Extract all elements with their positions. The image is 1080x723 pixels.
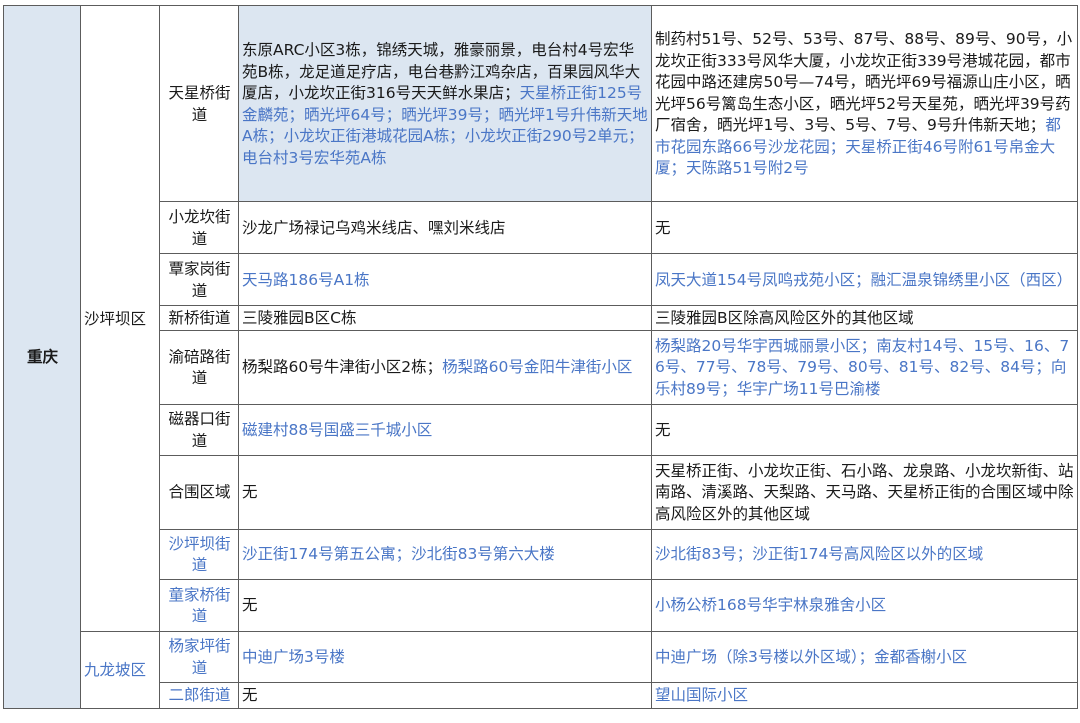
mid-risk-segment: 凤天大道154号凤鸣戎苑小区；融汇温泉锦绣里小区（西区）	[655, 270, 1073, 289]
high-risk-segment: 沙龙广场禄记乌鸡米线店、嘿刘米线店	[242, 218, 506, 237]
street-cell: 新桥街道	[159, 305, 239, 331]
street-cell: 童家桥街道	[159, 578, 239, 632]
high-risk-cell: 沙正街174号第五公寓；沙北街83号第六大楼	[238, 528, 652, 580]
high-risk-cell: 无	[238, 681, 652, 709]
street-cell: 天星桥街道	[159, 5, 239, 202]
high-risk-cell: 中迪广场3号楼	[238, 630, 652, 683]
mid-risk-cell: 望山国际小区	[651, 681, 1078, 709]
mid-risk-segment: 望山国际小区	[655, 686, 749, 705]
mid-risk-segment: 小杨公桥168号华宇林泉雅舍小区	[655, 596, 887, 615]
high-risk-cell: 杨梨路60号牛津街小区2栋；杨梨路60号金阳牛津街小区	[238, 329, 652, 405]
table-row: 沙坪坝街道 沙正街174号第五公寓；沙北街83号第六大楼 沙北街83号；沙正街174…	[4, 528, 1078, 580]
street-cell: 杨家坪街道	[159, 630, 239, 683]
mid-risk-segment: 天星桥正街、小龙坎正街、石小路、龙泉路、小龙坎新街、站南路、清溪路、天梨路、天马…	[655, 461, 1074, 523]
table-row: 渝碚路街道 杨梨路60号牛津街小区2栋；杨梨路60号金阳牛津街小区 杨梨路20号华宇…	[4, 329, 1078, 405]
table-row: 二郎街道无 望山国际小区	[4, 681, 1078, 709]
mid-risk-segment: 沙北街83号；沙正街174号高风险区以外的区域	[655, 545, 984, 564]
street-cell: 渝碚路街道	[159, 329, 239, 405]
high-risk-cell: 天马路186号A1栋	[238, 253, 652, 306]
high-risk-cell: 磁建村88号国盛三千城小区	[238, 403, 652, 456]
table-row: 九龙坡区 杨家坪街道 中迪广场3号楼 中迪广场（除3号楼以外区域）；金都香榭小区	[4, 630, 1078, 709]
risk-area-table-body: 重庆 沙坪坝区 天星桥街道 东原ARC小区3栋，锦绣天城，雅豪丽景，电台村4号宏华苑B…	[3, 5, 1078, 709]
high-risk-cell: 三陵雅园B区C栋	[238, 305, 652, 331]
mid-risk-cell: 无	[651, 201, 1078, 254]
high-risk-segment: 三陵雅园B区C栋	[242, 309, 357, 327]
mid-risk-cell: 凤天大道154号凤鸣戎苑小区；融汇温泉锦绣里小区（西区）	[651, 253, 1078, 306]
mid-risk-cell: 杨梨路20号华宇西城丽景小区；南友村14号、15号、16、76号、77号、78号…	[651, 329, 1078, 405]
table-row: 小龙坎街道 沙龙广场禄记乌鸡米线店、嘿刘米线店 无	[4, 201, 1078, 254]
mid-risk-segment: 制药村51号、52号、53号、87号、88号、89号、90号，小龙坎正街333号…	[655, 30, 1073, 135]
street-cell: 磁器口街道	[159, 403, 239, 456]
table-row: 童家桥街道无 小杨公桥168号华宇林泉雅舍小区	[4, 578, 1078, 632]
high-risk-segment: 杨梨路60号牛津街小区2栋；	[242, 358, 443, 377]
mid-risk-cell: 中迪广场（除3号楼以外区域）；金都香榭小区	[651, 630, 1078, 683]
street-cell: 小龙坎街道	[159, 201, 239, 254]
street-cell: 合围区域	[159, 454, 239, 530]
mid-risk-segment: 三陵雅园B区除高风险区外的其他区域	[655, 309, 914, 327]
table-row: 覃家岗街道 天马路186号A1栋 凤天大道154号凤鸣戎苑小区；融汇温泉锦绣里小区（…	[4, 253, 1078, 306]
district-cell: 沙坪坝区	[80, 5, 160, 632]
table-row: 重庆 沙坪坝区 天星桥街道 东原ARC小区3栋，锦绣天城，雅豪丽景，电台村4号宏华苑B…	[3, 5, 1078, 709]
mid-risk-segment: 中迪广场（除3号楼以外区域）；金都香榭小区	[655, 647, 968, 666]
mid-risk-cell: 制药村51号、52号、53号、87号、88号、89号、90号，小龙坎正街333号…	[651, 5, 1078, 202]
high-risk-segment: 无	[242, 596, 258, 615]
high-risk-cell: 沙龙广场禄记乌鸡米线店、嘿刘米线店	[238, 201, 652, 254]
mid-risk-cell: 无	[651, 403, 1078, 456]
high-risk-segment: 沙正街174号第五公寓；沙北街83号第六大楼	[242, 545, 555, 564]
table-row: 磁器口街道 磁建村88号国盛三千城小区 无	[4, 403, 1078, 456]
high-risk-cell: 东原ARC小区3栋，锦绣天城，雅豪丽景，电台村4号宏华苑B栋，龙足道足疗店，电台…	[238, 5, 652, 202]
mid-risk-cell: 天星桥正街、小龙坎正街、石小路、龙泉路、小龙坎新街、站南路、清溪路、天梨路、天马…	[651, 454, 1078, 530]
high-risk-segment: 磁建村88号国盛三千城小区	[242, 420, 433, 439]
mid-risk-segment: 杨梨路20号华宇西城丽景小区；南友村14号、15号、16、76号、77号、78号…	[655, 336, 1070, 398]
table-row: 新桥街道 三陵雅园B区C栋 三陵雅园B区除高风险区外的其他区域	[4, 305, 1078, 331]
high-risk-cell: 无	[238, 578, 652, 632]
street-cell: 沙坪坝街道	[159, 528, 239, 580]
high-risk-segment: 天马路186号A1栋	[242, 270, 370, 289]
street-cell: 二郎街道	[159, 681, 239, 709]
high-risk-cell: 无	[238, 454, 652, 530]
table-row: 合围区域无 天星桥正街、小龙坎正街、石小路、龙泉路、小龙坎新街、站南路、清溪路、天…	[4, 454, 1078, 530]
high-risk-segment: 杨梨路60号金阳牛津街小区	[442, 358, 633, 377]
street-cell: 覃家岗街道	[159, 253, 239, 306]
high-risk-segment: 无	[242, 686, 258, 705]
mid-risk-segment: 无	[655, 218, 671, 237]
mid-risk-cell: 三陵雅园B区除高风险区外的其他区域	[651, 305, 1078, 331]
city-cell: 重庆	[3, 5, 81, 709]
high-risk-segment: 中迪广场3号楼	[242, 647, 345, 666]
district-cell: 九龙坡区	[80, 630, 160, 709]
risk-area-table: 重庆 沙坪坝区 天星桥街道 东原ARC小区3栋，锦绣天城，雅豪丽景，电台村4号宏华苑B…	[3, 5, 1078, 709]
mid-risk-segment: 无	[655, 420, 671, 439]
mid-risk-cell: 沙北街83号；沙正街174号高风险区以外的区域	[651, 528, 1078, 580]
mid-risk-cell: 小杨公桥168号华宇林泉雅舍小区	[651, 578, 1078, 632]
high-risk-segment: 无	[242, 483, 258, 502]
